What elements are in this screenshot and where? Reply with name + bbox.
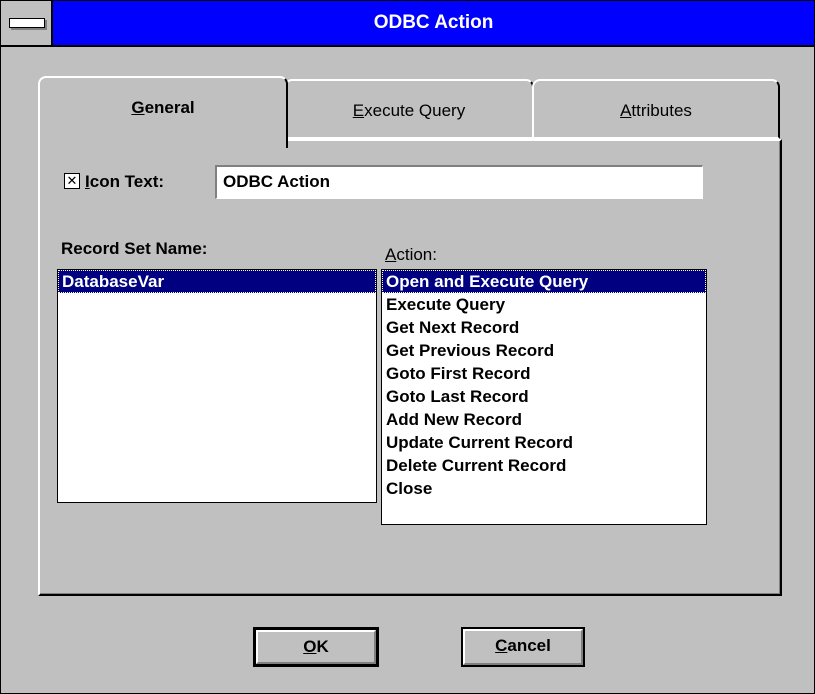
ok-rest: K [316,637,329,656]
list-item[interactable]: Close [382,477,706,500]
icon-text-input[interactable]: ODBC Action [215,165,703,199]
action-listbox[interactable]: Open and Execute Query Execute Query Get… [381,269,707,525]
action-label-rest: ction: [396,245,437,264]
cancel-rest: ancel [507,636,551,655]
ok-button[interactable]: OK [253,627,379,667]
cancel-button[interactable]: Cancel [461,627,585,667]
list-item[interactable]: Goto Last Record [382,385,706,408]
tab-accel: A [620,101,632,120]
tab-accel: E [352,101,365,120]
cancel-button-label: Cancel [495,636,551,655]
list-item[interactable]: Goto First Record [382,362,706,385]
tab-accel: G [131,98,145,117]
action-accel: A [385,245,397,264]
system-menu-button[interactable] [1,1,53,45]
list-item[interactable]: DatabaseVar [58,270,376,293]
ok-button-label: OK [303,637,329,656]
list-item[interactable]: Get Next Record [382,316,706,339]
system-menu-icon [9,18,45,28]
list-item[interactable]: Delete Current Record [382,454,706,477]
action-label: Action: [385,245,437,265]
icon-text-label-rest: con Text: [89,172,165,191]
cancel-accel: C [495,636,508,655]
tab-label: ttributes [631,101,692,120]
list-item[interactable]: Get Previous Record [382,339,706,362]
title-bar: ODBC Action [1,1,814,47]
tab-general[interactable]: General [38,76,288,148]
record-set-name-label: Record Set Name: [61,239,208,258]
record-set-listbox[interactable]: DatabaseVar [57,269,377,503]
odbc-action-dialog: ODBC Action Execute Query Attributes Gen… [0,0,815,694]
window-title: ODBC Action [373,12,494,33]
check-mark-icon: ✕ [66,173,78,188]
list-item[interactable]: Add New Record [382,408,706,431]
ok-accel: O [303,637,317,656]
tab-label: xecute Query [364,101,466,120]
tab-attributes[interactable]: Attributes [532,79,780,139]
tab-execute-query[interactable]: Execute Query [284,79,534,139]
list-item[interactable]: Execute Query [382,293,706,316]
list-item[interactable]: Open and Execute Query [382,270,706,293]
icon-text-checkbox[interactable]: ✕ [64,173,80,189]
tab-label: eneral [144,98,195,117]
icon-text-label: Icon Text: [85,172,164,192]
list-item[interactable]: Update Current Record [382,431,706,454]
